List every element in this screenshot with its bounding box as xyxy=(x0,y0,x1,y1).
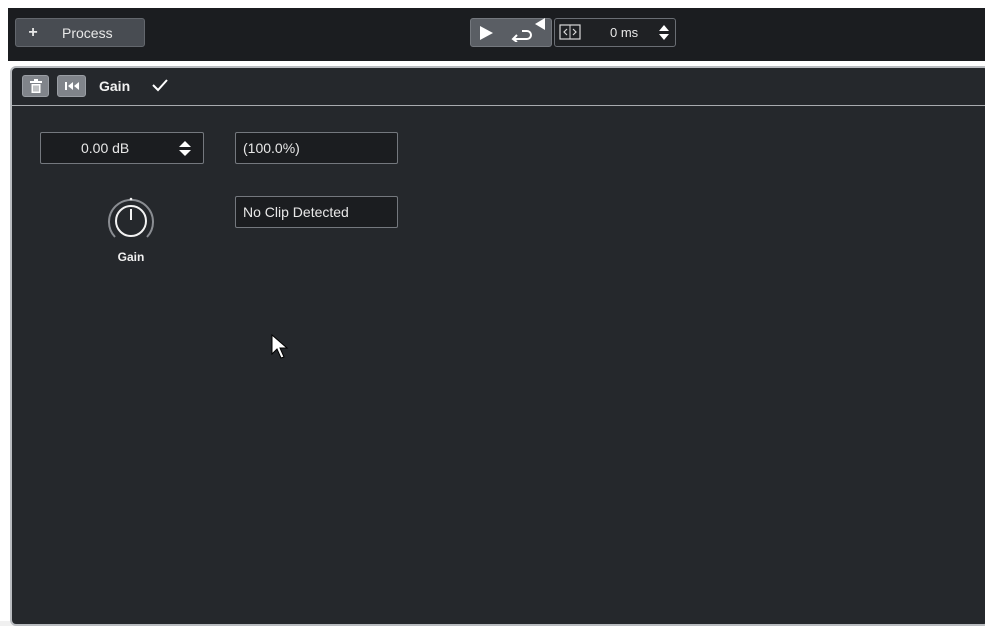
spinner-icon[interactable] xyxy=(179,140,191,157)
spinner-icon[interactable] xyxy=(659,24,669,41)
gain-value-field[interactable]: 0.00 dB xyxy=(40,132,204,164)
play-icon[interactable] xyxy=(478,25,494,41)
check-icon[interactable] xyxy=(152,78,168,92)
gain-knob[interactable] xyxy=(105,195,157,247)
preroll-value: 0 ms xyxy=(610,25,639,40)
gain-percent-field: (100.0%) xyxy=(235,132,398,164)
gain-module-panel: Gain 0.00 dB (100.0%) No Clip Detected G… xyxy=(10,66,985,626)
gain-value: 0.00 dB xyxy=(81,140,130,156)
delete-module-button[interactable] xyxy=(22,75,49,97)
top-toolbar: + Process 0 ms xyxy=(8,8,985,61)
preroll-field[interactable]: 0 ms xyxy=(554,18,676,47)
module-title: Gain xyxy=(99,78,131,94)
reset-module-button[interactable] xyxy=(57,75,86,97)
add-icon: + xyxy=(28,23,38,41)
process-button[interactable]: + Process xyxy=(15,18,145,47)
mouse-cursor-icon xyxy=(271,334,289,359)
marker-triangle-icon xyxy=(535,18,545,30)
module-header: Gain xyxy=(12,68,985,106)
range-icon xyxy=(559,24,581,40)
app-window: + Process 0 ms Gain 0.00 dB (100.0%) No … xyxy=(0,0,985,626)
skip-to-start-icon xyxy=(64,82,79,90)
clip-status-field: No Clip Detected xyxy=(235,196,398,228)
process-button-label: Process xyxy=(62,24,113,41)
loop-icon[interactable] xyxy=(510,25,532,42)
trash-icon xyxy=(29,79,42,93)
knob-label: Gain xyxy=(117,250,145,264)
